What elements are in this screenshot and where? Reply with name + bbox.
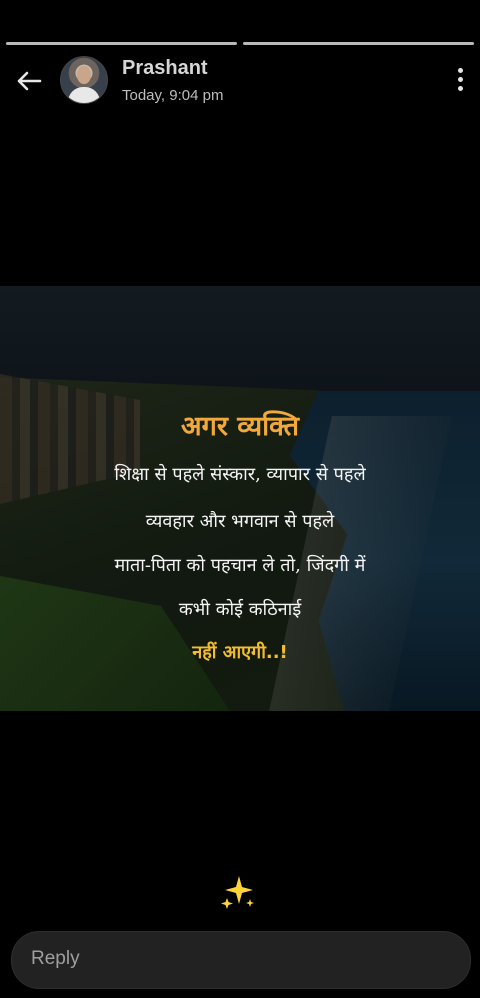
story-progress-bar	[6, 42, 474, 45]
avatar[interactable]	[60, 56, 108, 104]
reply-placeholder: Reply	[31, 948, 80, 969]
quote-line: व्यवहार और भगवान से पहले	[145, 511, 335, 532]
story-timestamp: Today, 9:04 pm	[122, 87, 224, 104]
sparkles-icon	[221, 876, 254, 909]
progress-segment	[243, 42, 474, 45]
quote-line: कभी कोई कठिनाई	[178, 599, 302, 620]
progress-segment	[6, 42, 237, 45]
quote-text: अगर व्यक्ति शिक्षा से पहले संस्कार, व्या…	[0, 286, 480, 711]
reply-input[interactable]: Reply	[11, 931, 471, 989]
arrow-left-icon[interactable]	[14, 66, 44, 96]
more-vertical-icon[interactable]	[456, 68, 464, 94]
quote-line: माता-पिता को पहचान ले तो, जिंदगी में	[114, 555, 366, 576]
story-header: Prashant Today, 9:04 pm	[0, 54, 480, 108]
quote-line: शिक्षा से पहले संस्कार, व्यापार से पहले	[114, 464, 366, 485]
avatar-face	[77, 66, 91, 84]
story-image: अगर व्यक्ति शिक्षा से पहले संस्कार, व्या…	[0, 286, 480, 711]
contact-name[interactable]: Prashant	[122, 57, 208, 80]
quote-closing: नहीं आएगी..!	[192, 642, 288, 663]
avatar-shirt	[68, 87, 100, 103]
quote-title: अगर व्यक्ति	[180, 411, 300, 442]
